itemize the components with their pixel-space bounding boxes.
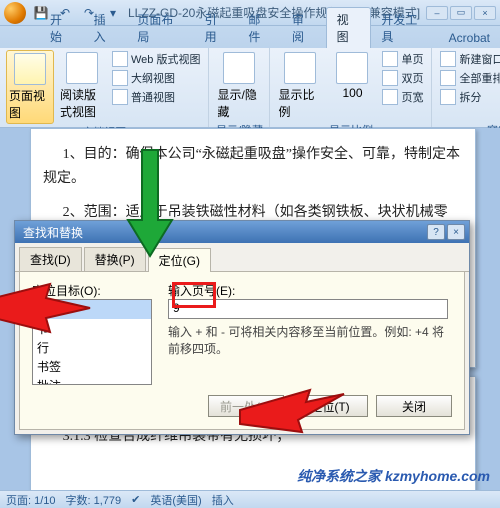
tab-references[interactable]: 引用	[195, 8, 239, 48]
one-page-button[interactable]: 单页	[380, 50, 425, 68]
draft-label: 普通视图	[131, 89, 175, 105]
showhide-button[interactable]: 显示/隐藏	[215, 50, 263, 122]
find-replace-dialog: 查找和替换 ? × 查找(D) 替换(P) 定位(G) 定位目标(O): 页 节…	[14, 220, 470, 435]
page-width-icon	[382, 89, 398, 105]
office-button[interactable]	[4, 2, 26, 24]
dialog-title: 查找和替换	[23, 224, 83, 241]
zoom-100-button[interactable]: 100	[328, 50, 376, 102]
arrange-all-button[interactable]: 全部重排	[438, 69, 500, 87]
dialog-buttons: 前一处(S) 定位(T) 关闭	[32, 395, 452, 417]
zoom-icon	[284, 52, 316, 84]
body-paragraph[interactable]: 1、目的：确保本公司“永磁起重吸盘”操作安全、可靠，特制定本规定。	[43, 143, 463, 191]
page-layout-view-button[interactable]: 页面视图	[6, 50, 54, 124]
ribbon-group-zoom: 显示比例 100 单页 双页 页宽 显示比例	[270, 48, 432, 127]
one-page-icon	[382, 51, 398, 67]
tab-insert[interactable]: 插入	[84, 8, 128, 48]
status-bar: 页面: 1/10 字数: 1,779 ✔ 英语(美国) 插入	[0, 490, 500, 508]
outline-label: 大纲视图	[131, 70, 175, 86]
two-pages-label: 双页	[401, 70, 423, 86]
split-button[interactable]: 拆分	[438, 88, 500, 106]
showhide-icon	[223, 52, 255, 84]
zoom-button[interactable]: 显示比例	[276, 50, 324, 122]
tab-replace[interactable]: 替换(P)	[84, 247, 146, 271]
status-page[interactable]: 页面: 1/10	[6, 492, 56, 508]
goto-hint: 输入 + 和 - 可将相关内容移至当前位置。例如: +4 将前移四项。	[168, 323, 452, 357]
ribbon: 页面视图 阅读版式视图 Web 版式视图 大纲视图 普通视图 文档视图 显示/隐…	[0, 48, 500, 128]
new-window-icon	[440, 51, 456, 67]
outline-icon	[112, 70, 128, 86]
split-label: 拆分	[459, 89, 481, 105]
zoom-label: 显示比例	[278, 86, 322, 120]
status-proofing-icon[interactable]: ✔	[131, 493, 140, 506]
close-button[interactable]: ×	[474, 6, 496, 20]
tab-find[interactable]: 查找(D)	[19, 247, 82, 271]
list-item[interactable]: 书签	[33, 357, 151, 376]
page-width-button[interactable]: 页宽	[380, 88, 425, 106]
arrange-all-label: 全部重排	[459, 70, 500, 86]
two-pages-icon	[382, 70, 398, 86]
zoom-100-icon	[336, 52, 368, 84]
page-width-label: 页宽	[401, 89, 423, 105]
tab-pagelayout[interactable]: 页面布局	[127, 8, 194, 48]
list-item[interactable]: 节	[33, 319, 151, 338]
tab-mailings[interactable]: 邮件	[238, 8, 282, 48]
dialog-close-button[interactable]: ×	[447, 224, 465, 240]
status-lang[interactable]: 英语(美国)	[150, 492, 201, 508]
tab-review[interactable]: 审阅	[282, 8, 326, 48]
page-layout-label: 页面视图	[9, 87, 51, 121]
tab-goto[interactable]: 定位(G)	[148, 248, 211, 272]
tab-view[interactable]: 视图	[326, 7, 372, 48]
tab-developer[interactable]: 开发工具	[371, 8, 438, 48]
page-layout-icon	[14, 53, 46, 85]
status-words[interactable]: 字数: 1,779	[66, 492, 122, 508]
new-window-label: 新建窗口	[459, 51, 500, 67]
dialog-titlebar[interactable]: 查找和替换 ? ×	[15, 221, 469, 243]
tab-acrobat[interactable]: Acrobat	[439, 28, 500, 48]
annotation-red-box	[172, 282, 216, 308]
watermark-text: 纯净系统之家 kzmyhome.com	[293, 464, 494, 488]
dialog-body: 定位目标(O): 页 节 行 书签 批注 脚注 输入页号(E): 9 输入 + …	[19, 272, 465, 430]
zoom-100-label: 100	[342, 86, 362, 100]
draft-icon	[112, 89, 128, 105]
list-item[interactable]: 批注	[33, 376, 151, 385]
goto-button[interactable]: 定位(T)	[292, 395, 368, 417]
maximize-button[interactable]: ▭	[450, 6, 472, 20]
list-item[interactable]: 页	[33, 300, 151, 319]
reading-layout-button[interactable]: 阅读版式视图	[58, 50, 106, 122]
draft-view-button[interactable]: 普通视图	[110, 88, 202, 106]
status-insert[interactable]: 插入	[212, 492, 234, 508]
web-layout-icon	[112, 51, 128, 67]
tab-home[interactable]: 开始	[40, 8, 84, 48]
goto-target-label: 定位目标(O):	[32, 282, 152, 299]
arrange-all-icon	[440, 70, 456, 86]
outline-view-button[interactable]: 大纲视图	[110, 69, 202, 87]
web-layout-label: Web 版式视图	[131, 51, 200, 67]
reading-layout-label: 阅读版式视图	[60, 86, 104, 120]
dialog-tabs: 查找(D) 替换(P) 定位(G)	[15, 243, 469, 272]
ribbon-group-docviews: 页面视图 阅读版式视图 Web 版式视图 大纲视图 普通视图 文档视图	[0, 48, 209, 127]
close-button-dialog[interactable]: 关闭	[376, 395, 452, 417]
previous-button[interactable]: 前一处(S)	[208, 395, 284, 417]
goto-target-listbox[interactable]: 页 节 行 书签 批注 脚注	[32, 299, 152, 385]
one-page-label: 单页	[401, 51, 423, 67]
ribbon-group-window: 新建窗口 全部重排 拆分 切换窗口 窗口	[432, 48, 500, 127]
web-layout-button[interactable]: Web 版式视图	[110, 50, 202, 68]
reading-layout-icon	[66, 52, 98, 84]
two-pages-button[interactable]: 双页	[380, 69, 425, 87]
list-item[interactable]: 行	[33, 338, 151, 357]
dialog-help-button[interactable]: ?	[427, 224, 445, 240]
showhide-label: 显示/隐藏	[217, 86, 261, 120]
split-icon	[440, 89, 456, 105]
ribbon-tabs: 开始 插入 页面布局 引用 邮件 审阅 视图 开发工具 Acrobat	[0, 26, 500, 48]
new-window-button[interactable]: 新建窗口	[438, 50, 500, 68]
ribbon-group-showhide: 显示/隐藏 显示/隐藏	[209, 48, 270, 127]
